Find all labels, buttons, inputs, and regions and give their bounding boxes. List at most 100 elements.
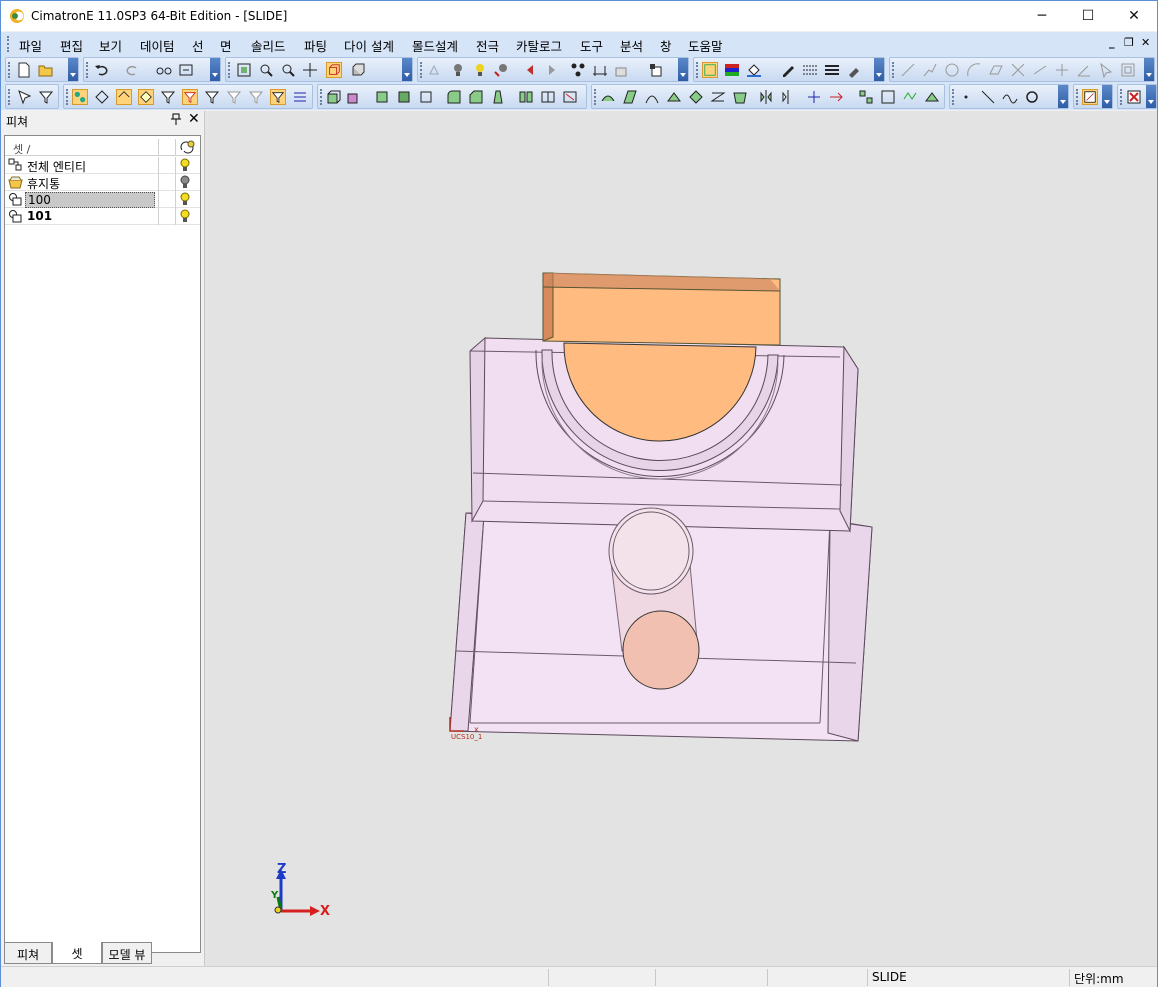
toolbar-overflow[interactable] bbox=[874, 58, 884, 81]
toolbar-overflow[interactable] bbox=[210, 58, 220, 81]
bulb-gray-icon[interactable] bbox=[450, 62, 466, 78]
visibility-toggle-icon[interactable] bbox=[179, 140, 195, 155]
shading-mode-icon[interactable] bbox=[350, 62, 366, 78]
tab-features[interactable]: 피쳐 bbox=[4, 942, 52, 964]
toolbar-overflow[interactable] bbox=[1146, 85, 1156, 108]
line-tool-icon[interactable] bbox=[900, 62, 916, 78]
filter-select-icon[interactable] bbox=[702, 62, 718, 78]
set-row-trash[interactable]: 휴지통 bbox=[5, 174, 200, 191]
measure-icon[interactable] bbox=[592, 62, 608, 78]
select-edge-icon[interactable] bbox=[116, 89, 132, 105]
set-row-101[interactable]: 101 bbox=[5, 208, 200, 225]
circle-icon[interactable] bbox=[1024, 89, 1040, 105]
select-all-icon[interactable] bbox=[72, 89, 88, 105]
filter-point-icon[interactable] bbox=[248, 89, 264, 105]
polyline-tool-icon[interactable] bbox=[922, 62, 938, 78]
set-row-100[interactable]: 100 bbox=[5, 191, 200, 208]
exit-sketch-icon[interactable] bbox=[1126, 89, 1142, 105]
trim-tool-icon[interactable] bbox=[1032, 62, 1048, 78]
menu-solid[interactable]: 솔리드 bbox=[251, 36, 286, 55]
arc-tool-icon[interactable] bbox=[966, 62, 982, 78]
show-hide-icon[interactable] bbox=[428, 62, 444, 78]
brush-icon[interactable] bbox=[846, 62, 862, 78]
loft-icon[interactable] bbox=[622, 89, 638, 105]
bulb-on-icon[interactable] bbox=[179, 209, 191, 224]
bulb-swap-icon[interactable] bbox=[494, 62, 510, 78]
tab-sets[interactable]: 셋 bbox=[52, 942, 102, 964]
chamfer-icon[interactable] bbox=[468, 89, 484, 105]
circle-tool-icon[interactable] bbox=[944, 62, 960, 78]
toolbar-grip[interactable] bbox=[320, 89, 323, 105]
heal-icon[interactable] bbox=[902, 89, 918, 105]
sweep-icon[interactable] bbox=[600, 89, 616, 105]
pointer-tool-icon[interactable] bbox=[1098, 62, 1114, 78]
toolbar-grip[interactable] bbox=[8, 62, 11, 78]
plane-tool-icon[interactable] bbox=[988, 62, 1004, 78]
set-row-all-entities[interactable]: 전체 엔티티 bbox=[5, 157, 200, 174]
intersect-tool-icon[interactable] bbox=[1010, 62, 1026, 78]
section-icon[interactable] bbox=[614, 62, 630, 78]
column-set[interactable]: 셋 / bbox=[13, 141, 30, 157]
pick-filter-icon[interactable] bbox=[38, 89, 54, 105]
maximize-button[interactable]: ☐ bbox=[1065, 1, 1111, 31]
component-icon[interactable] bbox=[648, 62, 664, 78]
bulb-on-icon[interactable] bbox=[179, 158, 191, 173]
model-canvas[interactable]: UCS10_1 x Z X Y bbox=[208, 111, 1157, 966]
select-solid-icon[interactable] bbox=[138, 89, 154, 105]
toolbar-grip[interactable] bbox=[420, 62, 423, 78]
color-grid-icon[interactable] bbox=[724, 62, 740, 78]
toolbar-overflow[interactable] bbox=[68, 58, 78, 81]
patch-icon[interactable] bbox=[688, 89, 704, 105]
mdi-close-button[interactable]: ✕ bbox=[1141, 36, 1150, 49]
minimize-button[interactable]: ─ bbox=[1019, 1, 1065, 31]
arrow-right-icon[interactable] bbox=[544, 62, 560, 78]
toolbar-grip[interactable] bbox=[66, 89, 69, 105]
toolbar-grip[interactable] bbox=[228, 62, 231, 78]
menu-curve[interactable]: 선 bbox=[192, 36, 204, 55]
menu-mold-design[interactable]: 몰드설계 bbox=[412, 36, 458, 55]
glasses-icon[interactable] bbox=[156, 62, 172, 78]
select-face-icon[interactable] bbox=[94, 89, 110, 105]
redo-icon[interactable] bbox=[124, 62, 140, 78]
mdi-restore-button[interactable]: ❐ bbox=[1124, 36, 1134, 49]
toolbar-overflow[interactable] bbox=[1058, 85, 1068, 108]
bulb-off-icon[interactable] bbox=[179, 175, 191, 190]
pan-icon[interactable] bbox=[302, 62, 318, 78]
box-icon[interactable] bbox=[418, 89, 434, 105]
stitch-icon[interactable] bbox=[924, 89, 940, 105]
ruled-surface-icon[interactable] bbox=[710, 89, 726, 105]
close-button[interactable]: ✕ bbox=[1111, 1, 1157, 31]
menu-face[interactable]: 면 bbox=[220, 36, 232, 55]
arrow-left-icon[interactable] bbox=[522, 62, 538, 78]
draft-icon[interactable] bbox=[490, 89, 506, 105]
toolbar-grip[interactable] bbox=[594, 89, 597, 105]
pick-cursor-icon[interactable] bbox=[16, 89, 32, 105]
line-width-icon[interactable] bbox=[824, 62, 840, 78]
skin-surface-icon[interactable] bbox=[732, 89, 748, 105]
toolbar-grip[interactable] bbox=[952, 89, 955, 105]
filter-sketch-icon[interactable] bbox=[204, 89, 220, 105]
menu-die-design[interactable]: 다이 설계 bbox=[344, 36, 394, 55]
menu-analysis[interactable]: 분석 bbox=[620, 36, 643, 55]
menu-file[interactable]: 파일 bbox=[19, 36, 42, 55]
paint-bucket-icon[interactable] bbox=[746, 62, 762, 78]
split-face-icon[interactable] bbox=[540, 89, 556, 105]
menu-tools[interactable]: 도구 bbox=[580, 36, 603, 55]
fillet-icon[interactable] bbox=[446, 89, 462, 105]
mirror-copy-icon[interactable] bbox=[780, 89, 796, 105]
shell-icon[interactable] bbox=[396, 89, 412, 105]
toolbar-overflow[interactable] bbox=[1102, 85, 1112, 108]
blend-icon[interactable] bbox=[644, 89, 660, 105]
toolbar-grip[interactable] bbox=[696, 62, 699, 78]
line-icon[interactable] bbox=[980, 89, 996, 105]
undo-icon[interactable] bbox=[94, 62, 110, 78]
new-file-icon[interactable] bbox=[16, 62, 32, 78]
menu-edit[interactable]: 편집 bbox=[60, 36, 83, 55]
toolbar-overflow[interactable] bbox=[1144, 58, 1154, 81]
filter-curve-icon[interactable] bbox=[226, 89, 242, 105]
list-filter-icon[interactable] bbox=[292, 89, 308, 105]
menu-window[interactable]: 창 bbox=[660, 36, 672, 55]
toolbar-overflow[interactable] bbox=[678, 58, 688, 81]
toolbar-grip[interactable] bbox=[1120, 89, 1123, 105]
menu-catalog[interactable]: 카탈로그 bbox=[516, 36, 562, 55]
